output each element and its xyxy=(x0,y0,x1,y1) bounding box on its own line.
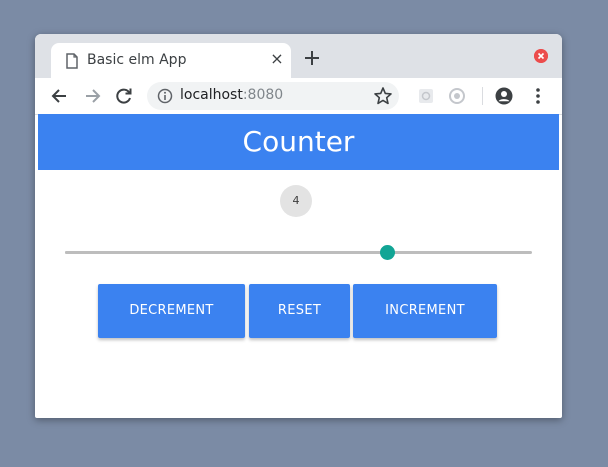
browser-window: Basic elm App × localhost:8080 Counter 4… xyxy=(35,34,562,418)
url-text: localhost:8080 xyxy=(180,87,283,103)
close-icon[interactable]: × xyxy=(269,51,285,67)
slider-track[interactable] xyxy=(65,251,532,254)
browser-tab[interactable]: Basic elm App × xyxy=(51,43,291,78)
plus-icon[interactable] xyxy=(303,49,321,67)
url-port: :8080 xyxy=(242,87,284,103)
increment-button[interactable]: INCREMENT xyxy=(353,284,497,338)
info-icon[interactable] xyxy=(157,88,173,104)
star-icon[interactable] xyxy=(373,86,393,106)
window-close-icon[interactable] xyxy=(534,49,548,63)
reload-icon[interactable] xyxy=(114,86,134,106)
tab-bar: Basic elm App × xyxy=(35,34,562,78)
account-icon[interactable] xyxy=(494,86,514,106)
page-content: Counter 4 DECREMENT RESET INCREMENT xyxy=(38,114,559,415)
extension-icon[interactable] xyxy=(447,86,467,106)
forward-arrow-icon[interactable] xyxy=(82,86,102,106)
slider-thumb[interactable] xyxy=(380,245,396,260)
address-bar[interactable]: localhost:8080 xyxy=(147,82,399,110)
page-title: Counter xyxy=(38,114,559,170)
browser-toolbar: localhost:8080 xyxy=(35,78,562,115)
reset-button[interactable]: RESET xyxy=(249,284,350,338)
document-icon xyxy=(66,53,78,69)
tab-title: Basic elm App xyxy=(87,52,187,68)
decrement-button[interactable]: DECREMENT xyxy=(98,284,245,338)
counter-value: 4 xyxy=(280,185,312,217)
slider-fill xyxy=(65,251,388,254)
kebab-menu-icon[interactable] xyxy=(528,86,548,106)
back-arrow-icon[interactable] xyxy=(50,86,70,106)
url-host: localhost xyxy=(180,87,243,103)
toolbar-separator xyxy=(482,87,483,105)
extension-icon[interactable] xyxy=(416,86,436,106)
